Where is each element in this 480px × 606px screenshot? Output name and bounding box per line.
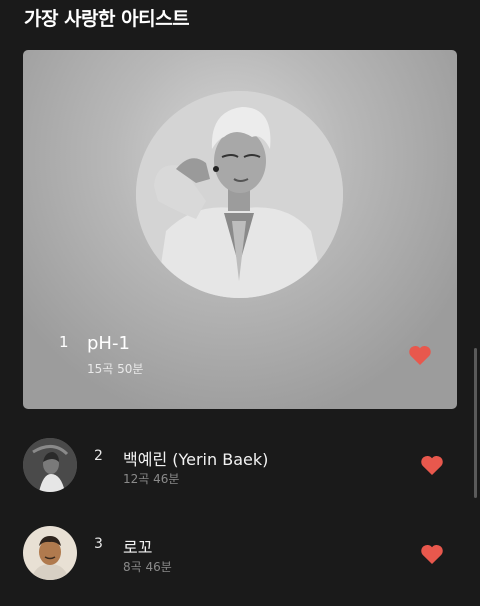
favorite-button[interactable] [420, 543, 444, 565]
featured-artist-card[interactable]: 1 pH-1 15곡 50분 [23, 50, 457, 409]
heart-icon [421, 455, 443, 475]
scrollbar[interactable] [474, 348, 477, 498]
heart-icon [421, 544, 443, 564]
list-item[interactable]: 3 로꼬 8곡 46분 [0, 524, 480, 584]
favorite-button[interactable] [420, 454, 444, 476]
featured-artist-avatar [136, 91, 343, 298]
featured-favorite-button[interactable] [408, 344, 432, 366]
list-item[interactable]: 2 백예린 (Yerin Baek) 12곡 46분 [0, 436, 480, 496]
artist-avatar [23, 526, 77, 580]
artist-photo [23, 438, 77, 492]
artist-meta: 8곡 46분 [123, 560, 172, 574]
artist-photo [136, 91, 343, 298]
artist-name: 로꼬 [123, 538, 153, 557]
section-title: 가장 사랑한 아티스트 [24, 8, 190, 30]
artist-rank: 3 [94, 536, 103, 552]
artist-avatar [23, 438, 77, 492]
artist-meta: 12곡 46분 [123, 472, 180, 486]
artist-rank: 2 [94, 448, 103, 464]
featured-artist-rank: 1 [59, 333, 69, 351]
featured-artist-name: pH-1 [87, 333, 130, 354]
featured-artist-meta: 15곡 50분 [87, 362, 144, 376]
artist-name: 백예린 (Yerin Baek) [123, 450, 269, 469]
artist-photo [23, 526, 77, 580]
heart-icon [409, 345, 431, 365]
